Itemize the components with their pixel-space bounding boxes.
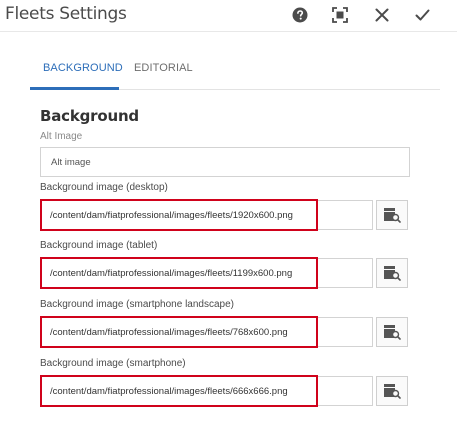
fullscreen-icon (332, 7, 348, 23)
checkmark-icon (415, 9, 429, 21)
smartphone-path-field-extension[interactable] (318, 376, 373, 406)
folder-search-icon (384, 384, 401, 399)
fullscreen-button[interactable] (328, 4, 352, 26)
section-title: Background (40, 107, 139, 125)
landscape-path-field-extension[interactable] (318, 317, 373, 347)
smartphone-browse-button[interactable] (376, 376, 408, 406)
dialog-title: Fleets Settings (5, 4, 127, 24)
desktop-image-label: Background image (desktop) (40, 182, 168, 193)
tablet-image-label: Background image (tablet) (40, 240, 158, 251)
folder-search-icon (384, 325, 401, 340)
alt-image-input[interactable]: Alt image (40, 147, 410, 177)
smartphone-image-label: Background image (smartphone) (40, 358, 186, 369)
help-icon (292, 7, 308, 23)
tablet-path-field-extension[interactable] (318, 258, 373, 288)
folder-search-icon (384, 208, 401, 223)
landscape-browse-button[interactable] (376, 317, 408, 347)
desktop-browse-button[interactable] (376, 200, 408, 230)
dialog-header: Fleets Settings (0, 0, 457, 32)
landscape-image-label: Background image (smartphone landscape) (40, 299, 234, 310)
done-button[interactable] (410, 4, 434, 26)
tab-background[interactable]: BACKGROUND (43, 62, 123, 74)
active-tab-indicator (30, 87, 119, 90)
help-button[interactable] (288, 4, 312, 26)
close-button[interactable] (370, 4, 394, 26)
alt-image-label: Alt Image (40, 131, 83, 142)
smartphone-image-path-input[interactable]: /content/dam/fiatprofessional/images/fle… (40, 375, 318, 407)
folder-search-icon (384, 266, 401, 281)
desktop-path-field-extension[interactable] (318, 200, 373, 230)
tablet-browse-button[interactable] (376, 258, 408, 288)
tab-editorial[interactable]: EDITORIAL (134, 62, 193, 74)
landscape-image-path-input[interactable]: /content/dam/fiatprofessional/images/fle… (40, 316, 318, 348)
close-icon (375, 8, 389, 22)
desktop-image-path-input[interactable]: /content/dam/fiatprofessional/images/fle… (40, 199, 318, 231)
tablet-image-path-input[interactable]: /content/dam/fiatprofessional/images/fle… (40, 257, 318, 289)
tab-list: BACKGROUND EDITORIAL (30, 50, 440, 90)
